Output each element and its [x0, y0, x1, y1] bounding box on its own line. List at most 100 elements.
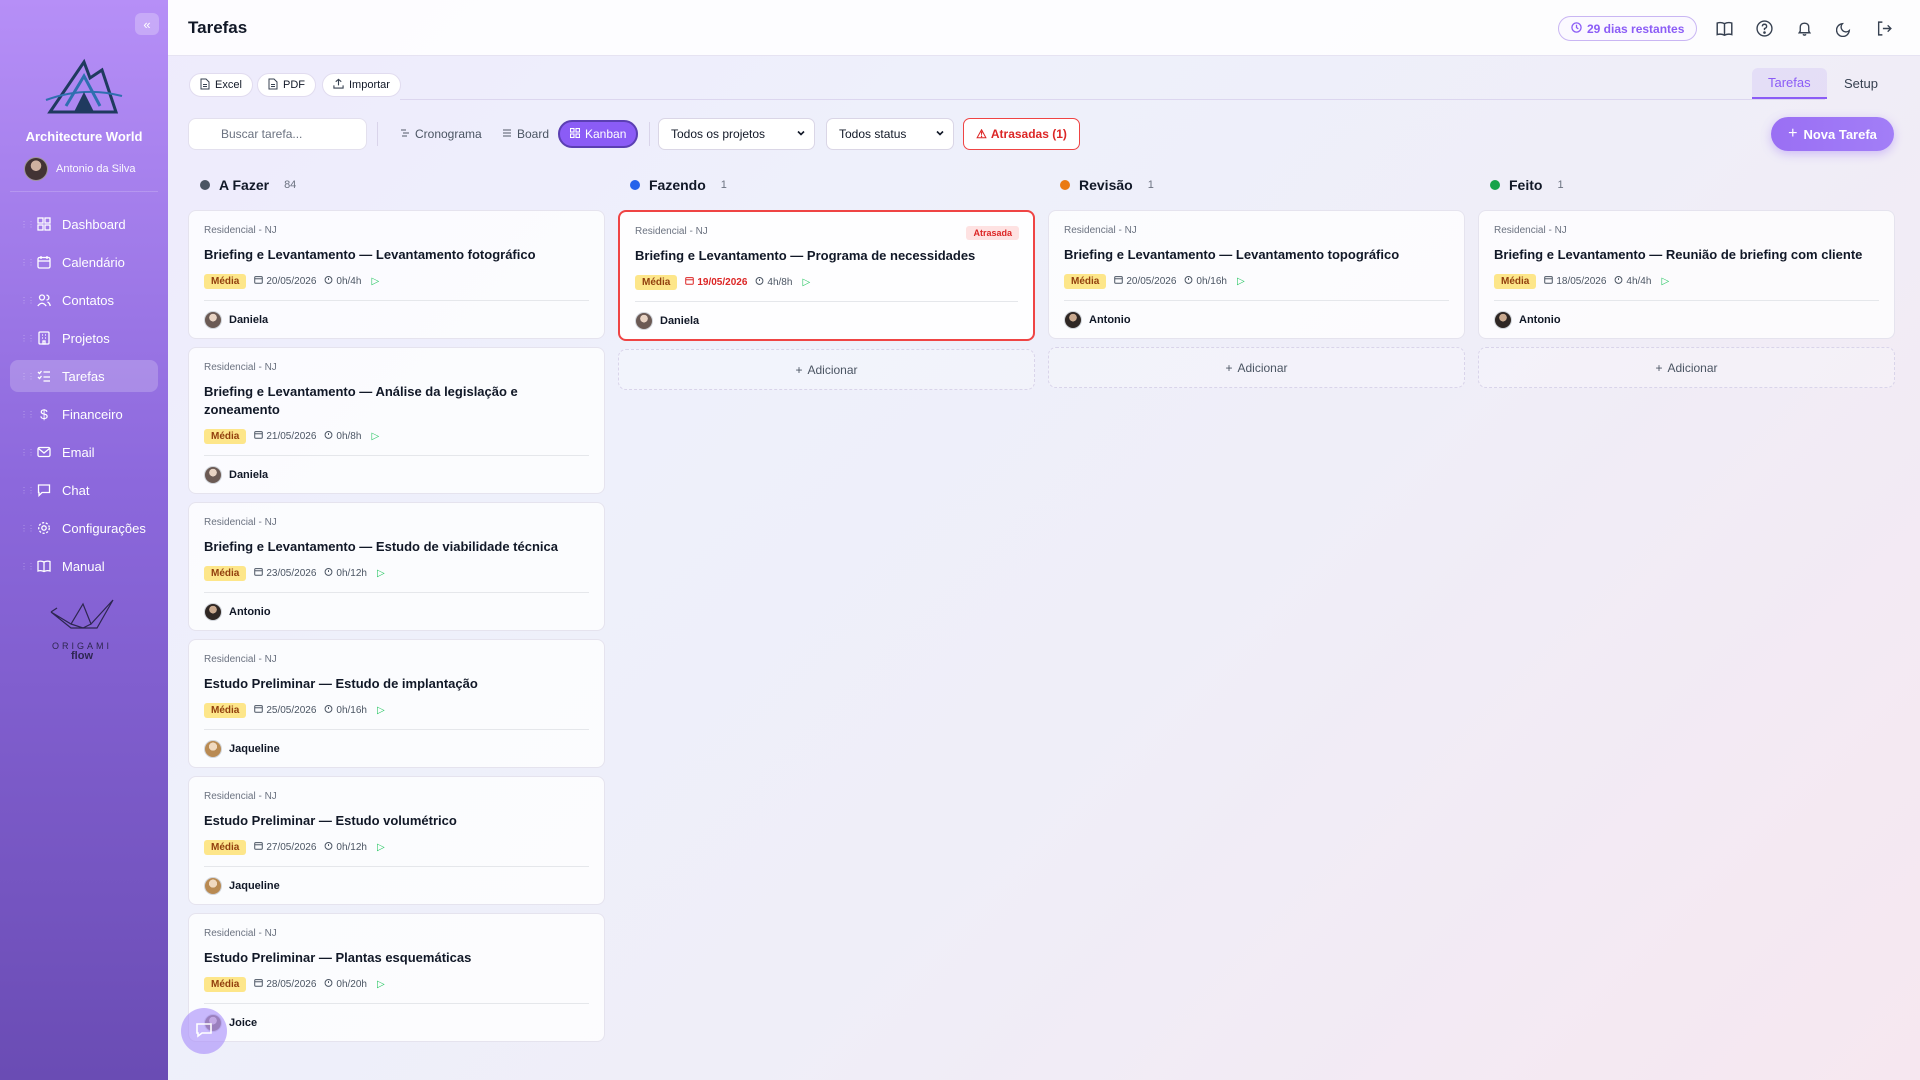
search-placeholder: Buscar tarefa... — [221, 127, 303, 141]
gear-icon — [36, 520, 52, 536]
task-card[interactable]: Residencial - NJ Briefing e Levantamento… — [1048, 210, 1465, 339]
crane-icon — [50, 599, 114, 629]
task-card[interactable]: Residencial - NJ Estudo Preliminar — Est… — [188, 639, 605, 768]
sidebar-item-email[interactable]: ⋮⋮ Email — [10, 436, 158, 468]
task-card[interactable]: Residencial - NJ Briefing e Levantamento… — [188, 210, 605, 339]
tab-tarefas[interactable]: Tarefas — [1752, 68, 1827, 99]
tab-setup[interactable]: Setup — [1828, 68, 1894, 99]
play-icon[interactable]: ▷ — [377, 979, 385, 990]
sidebar-item-chat[interactable]: ⋮⋮ Chat — [10, 474, 158, 506]
view-board-button[interactable]: Board — [492, 120, 559, 148]
task-due-date: 20/05/2026 — [1114, 275, 1176, 287]
tabs-underline — [400, 99, 1825, 100]
support-chat-button[interactable] — [181, 1008, 227, 1054]
task-due-date: 19/05/2026 — [685, 276, 747, 288]
task-card[interactable]: Residencial - NJ Estudo Preliminar — Pla… — [188, 913, 605, 1042]
trial-badge[interactable]: 29 dias restantes — [1558, 16, 1698, 41]
priority-badge: Média — [1494, 273, 1537, 289]
column-header: Fazendo 1 — [618, 172, 1035, 198]
view-cronograma-button[interactable]: Cronograma — [390, 120, 492, 148]
drag-handle-icon[interactable]: ⋮⋮ — [20, 334, 35, 343]
drag-handle-icon[interactable]: ⋮⋮ — [20, 562, 35, 571]
sidebar-item-dashboard[interactable]: ⋮⋮ Dashboard — [10, 208, 158, 240]
file-icon — [268, 78, 278, 93]
play-icon[interactable]: ▷ — [1237, 276, 1245, 287]
assignee-name: Daniela — [229, 468, 269, 481]
new-task-button[interactable]: + Nova Tarefa — [1771, 117, 1894, 151]
task-due-date: 25/05/2026 — [254, 704, 316, 716]
play-icon[interactable]: ▷ — [371, 431, 379, 442]
calendar-icon — [254, 567, 264, 579]
late-tasks-filter-button[interactable]: ⚠ Atrasadas (1) — [963, 118, 1080, 150]
assignee-name: Antonio — [1519, 313, 1561, 326]
sidebar-item-configuracoes[interactable]: ⋮⋮ Configurações — [10, 512, 158, 544]
drag-handle-icon[interactable]: ⋮⋮ — [20, 524, 35, 533]
sidebar-item-projetos[interactable]: ⋮⋮ Projetos — [10, 322, 158, 354]
task-card[interactable]: Residencial - NJ Estudo Preliminar — Est… — [188, 776, 605, 905]
sidebar-item-label: Contatos — [62, 292, 115, 308]
task-title: Estudo Preliminar — Estudo de implantaçã… — [204, 676, 478, 691]
export-excel-button[interactable]: Excel — [189, 73, 253, 97]
play-icon[interactable]: ▷ — [377, 842, 385, 853]
drag-handle-icon[interactable]: ⋮⋮ — [20, 410, 35, 419]
card-list: Residencial - NJ Briefing e Levantamento… — [1478, 210, 1895, 388]
add-card-label: Adicionar — [807, 362, 858, 377]
drag-handle-icon[interactable]: ⋮⋮ — [20, 296, 35, 305]
sidebar-item-manual[interactable]: ⋮⋮ Manual — [10, 550, 158, 582]
view-kanban-button[interactable]: Kanban — [558, 120, 639, 148]
sidebar-item-contatos[interactable]: ⋮⋮ Contatos — [10, 284, 158, 316]
assignee-name: Daniela — [660, 314, 700, 327]
import-button[interactable]: Importar — [322, 73, 401, 97]
moon-icon[interactable] — [1833, 17, 1855, 39]
calendar-icon — [254, 430, 264, 442]
search-input[interactable]: Buscar tarefa... — [188, 118, 367, 150]
help-icon[interactable] — [1753, 17, 1775, 39]
calendar-icon — [1114, 275, 1124, 287]
add-card-button[interactable]: + Adicionar — [1478, 347, 1895, 388]
drag-handle-icon[interactable]: ⋮⋮ — [20, 220, 35, 229]
grid-icon — [36, 216, 52, 232]
logout-icon[interactable] — [1873, 17, 1895, 39]
sidebar-divider — [10, 191, 158, 192]
play-icon[interactable]: ▷ — [371, 276, 379, 287]
priority-badge: Média — [204, 839, 247, 855]
kanban-column: Revisão 1 Residencial - NJ Briefing e Lev… — [1048, 172, 1465, 388]
play-icon[interactable]: ▷ — [1661, 276, 1669, 287]
task-time: 4h/8h — [755, 276, 792, 288]
priority-badge: Média — [204, 702, 247, 718]
task-card[interactable]: Residencial - NJ Atrasada Briefing e Lev… — [618, 210, 1035, 341]
add-card-button[interactable]: + Adicionar — [618, 349, 1035, 390]
due-date-value: 28/05/2026 — [266, 978, 317, 990]
add-card-button[interactable]: + Adicionar — [1048, 347, 1465, 388]
bell-icon[interactable] — [1793, 17, 1815, 39]
collapse-sidebar-button[interactable]: « — [135, 13, 159, 35]
task-card[interactable]: Residencial - NJ Briefing e Levantamento… — [188, 502, 605, 631]
export-pdf-button[interactable]: PDF — [257, 73, 316, 97]
current-user[interactable]: Antonio da Silva — [24, 157, 136, 181]
list-icon — [502, 127, 512, 141]
sidebar-item-calendario[interactable]: ⋮⋮ Calendário — [10, 246, 158, 278]
view-board-label: Board — [517, 127, 550, 141]
sidebar-item-label: Tarefas — [62, 368, 105, 384]
drag-handle-icon[interactable]: ⋮⋮ — [20, 258, 35, 267]
task-card[interactable]: Residencial - NJ Briefing e Levantamento… — [1478, 210, 1895, 339]
drag-handle-icon[interactable]: ⋮⋮ — [20, 486, 35, 495]
plus-icon: + — [1225, 360, 1233, 375]
play-icon[interactable]: ▷ — [377, 705, 385, 716]
manual-book-icon[interactable] — [1713, 17, 1735, 39]
drag-handle-icon[interactable]: ⋮⋮ — [20, 448, 35, 457]
task-meta: Média 25/05/2026 0h/16h ▷ — [204, 701, 589, 719]
assignee-name: Daniela — [229, 313, 269, 326]
project-filter-select[interactable]: Todos os projetos — [658, 118, 815, 150]
task-assignee: Jaqueline — [204, 729, 589, 767]
avatar — [635, 311, 653, 330]
status-filter-select[interactable]: Todos status — [826, 118, 954, 150]
divider — [377, 122, 378, 146]
drag-handle-icon[interactable]: ⋮⋮ — [20, 372, 35, 381]
task-card[interactable]: Residencial - NJ Briefing e Levantamento… — [188, 347, 605, 494]
play-icon[interactable]: ▷ — [802, 277, 810, 288]
play-icon[interactable]: ▷ — [377, 568, 385, 579]
task-assignee: Joice — [204, 1003, 589, 1041]
sidebar-item-financeiro[interactable]: ⋮⋮ $ Financeiro — [10, 398, 158, 430]
sidebar-item-tarefas[interactable]: ⋮⋮ Tarefas — [10, 360, 158, 392]
